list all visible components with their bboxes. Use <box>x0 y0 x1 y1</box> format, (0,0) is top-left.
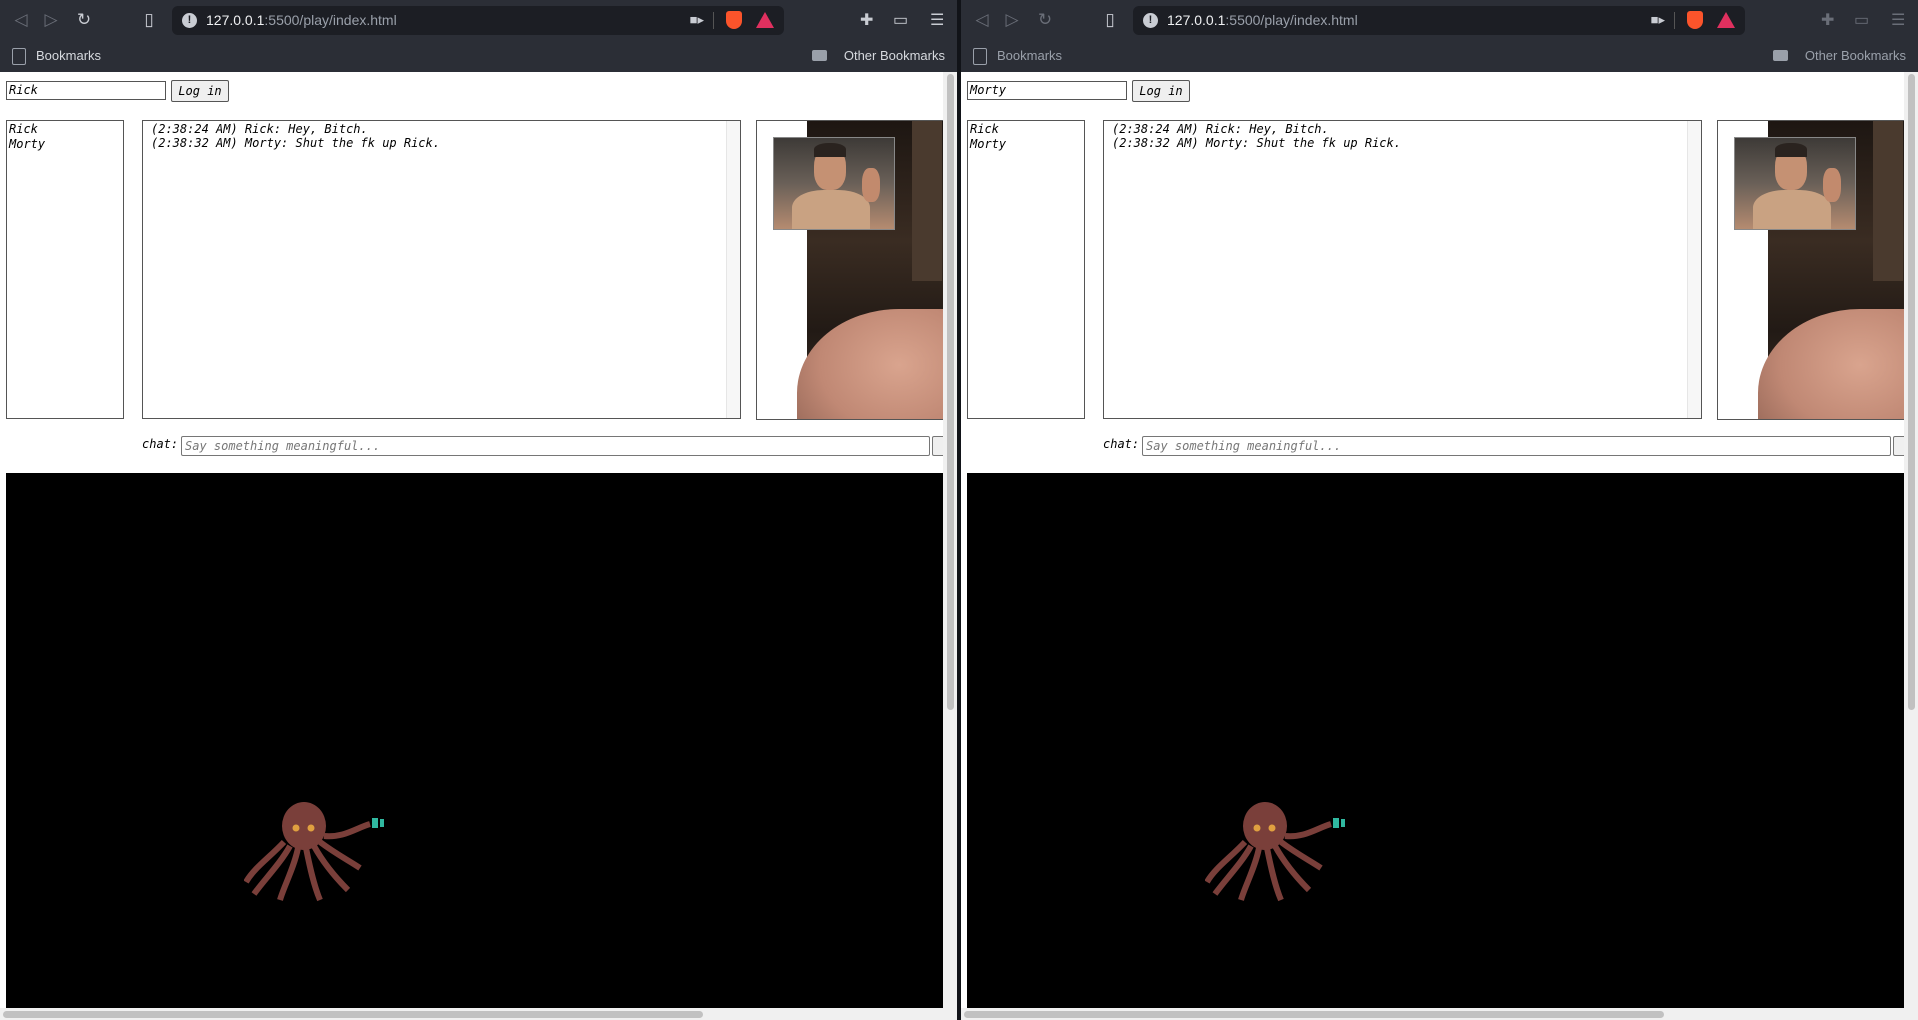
local-video-hand <box>862 168 880 202</box>
separator <box>713 12 714 29</box>
reload-icon[interactable]: ↻ <box>73 9 95 31</box>
folder-icon <box>812 50 827 61</box>
login-button[interactable]: Log in <box>1132 80 1190 102</box>
game-canvas[interactable] <box>967 473 1904 1008</box>
game-canvas[interactable] <box>6 473 943 1008</box>
page-content: Morty Log in Rick Morty (2:38:24 AM) Ric… <box>961 72 1918 1020</box>
chat-message: (2:38:24 AM) Rick: Hey, Bitch. <box>1112 122 1329 136</box>
bookmark-icon[interactable]: ▯ <box>138 9 160 31</box>
username-input[interactable]: Morty <box>967 81 1127 100</box>
local-video-body <box>792 190 870 229</box>
user-list: Rick Morty <box>6 120 124 419</box>
bookmarks-icon <box>973 48 987 65</box>
brave-rewards-icon[interactable] <box>756 12 774 28</box>
back-icon[interactable]: ◁ <box>10 9 32 31</box>
camera-icon[interactable]: ■▸ <box>690 12 704 28</box>
brave-rewards-icon[interactable] <box>1717 12 1735 28</box>
browser-window-rick: ◁ ▷ ↻ ▯ ! 127.0.0.1:5500/play/index.html… <box>0 0 957 1020</box>
site-info-icon[interactable]: ! <box>1143 13 1158 28</box>
browser-toolbar: ◁ ▷ ↻ ▯ ! 127.0.0.1:5500/play/index.html… <box>0 0 957 41</box>
address-bar[interactable]: ! 127.0.0.1:5500/play/index.html ■▸ <box>1133 6 1745 35</box>
local-video-body <box>1753 190 1831 229</box>
chat-input[interactable]: Say something meaningful... <box>1142 436 1891 456</box>
user-list: Rick Morty <box>967 120 1085 419</box>
chat-log-scrollbar[interactable] <box>726 121 740 418</box>
video-background <box>1873 121 1903 281</box>
camera-icon[interactable]: ■▸ <box>1651 12 1665 28</box>
chat-input-placeholder: Say something meaningful... <box>185 439 381 453</box>
page-content: Rick Log in Rick Morty (2:38:24 AM) Rick… <box>0 72 957 1020</box>
bookmarks-bar: Bookmarks Other Bookmarks <box>961 41 1918 73</box>
bookmarks-icon <box>12 48 26 65</box>
separator <box>1674 12 1675 29</box>
video-panel <box>756 120 957 420</box>
extensions-icon[interactable]: ✚ <box>860 10 873 30</box>
chat-message: (2:38:32 AM) Morty: Shut the fk up Rick. <box>1112 136 1401 150</box>
wallet-icon[interactable]: ▭ <box>893 10 908 30</box>
username-input[interactable]: Rick <box>6 81 166 100</box>
page-horizontal-scrollbar[interactable] <box>0 1008 943 1020</box>
user-list-item: Rick <box>970 122 999 136</box>
bookmark-icon[interactable]: ▯ <box>1099 9 1121 31</box>
chat-log-scrollbar[interactable] <box>1687 121 1701 418</box>
menu-icon[interactable]: ☰ <box>930 10 944 30</box>
address-bar[interactable]: ! 127.0.0.1:5500/play/index.html ■▸ <box>172 6 784 35</box>
octopus-sprite <box>244 802 384 902</box>
chat-input[interactable]: Say something meaningful... <box>181 436 930 456</box>
scrollbar-thumb[interactable] <box>3 1011 703 1018</box>
user-list-item: Morty <box>970 137 1007 151</box>
chat-log: (2:38:24 AM) Rick: Hey, Bitch. (2:38:32 … <box>142 120 741 419</box>
bookmarks-bar: Bookmarks Other Bookmarks <box>0 41 957 73</box>
url-text: 127.0.0.1:5500/play/index.html <box>1167 12 1358 28</box>
chat-label: chat: <box>142 437 179 451</box>
local-video-hand <box>1823 168 1841 202</box>
local-video <box>1734 137 1856 230</box>
local-video <box>773 137 895 230</box>
menu-icon[interactable]: ☰ <box>1891 10 1905 30</box>
folder-icon <box>1773 50 1788 61</box>
page-vertical-scrollbar[interactable] <box>1904 72 1918 1020</box>
local-video-hair <box>1775 143 1807 157</box>
scrollbar-thumb[interactable] <box>964 1011 1664 1018</box>
reload-icon[interactable]: ↻ <box>1034 9 1056 31</box>
chat-message: (2:38:32 AM) Morty: Shut the fk up Rick. <box>151 136 440 150</box>
page-horizontal-scrollbar[interactable] <box>961 1008 1904 1020</box>
browser-toolbar: ◁ ▷ ↻ ▯ ! 127.0.0.1:5500/play/index.html… <box>961 0 1918 41</box>
bookmarks-label[interactable]: Bookmarks <box>36 48 101 63</box>
login-button[interactable]: Log in <box>171 80 229 102</box>
wallet-icon[interactable]: ▭ <box>1854 10 1869 30</box>
forward-icon[interactable]: ▷ <box>40 9 62 31</box>
site-info-icon[interactable]: ! <box>182 13 197 28</box>
chat-label: chat: <box>1103 437 1140 451</box>
video-background <box>912 121 942 281</box>
local-video-hair <box>814 143 846 157</box>
user-list-item: Rick <box>9 122 38 136</box>
scrollbar-thumb[interactable] <box>1908 74 1915 710</box>
video-panel <box>1717 120 1918 420</box>
other-bookmarks[interactable]: Other Bookmarks <box>844 48 945 63</box>
other-bookmarks[interactable]: Other Bookmarks <box>1805 48 1906 63</box>
back-icon[interactable]: ◁ <box>971 9 993 31</box>
extensions-icon[interactable]: ✚ <box>1821 10 1834 30</box>
browser-window-morty: ◁ ▷ ↻ ▯ ! 127.0.0.1:5500/play/index.html… <box>961 0 1918 1020</box>
chat-log: (2:38:24 AM) Rick: Hey, Bitch. (2:38:32 … <box>1103 120 1702 419</box>
page-vertical-scrollbar[interactable] <box>943 72 957 1020</box>
chat-input-placeholder: Say something meaningful... <box>1146 439 1342 453</box>
url-text: 127.0.0.1:5500/play/index.html <box>206 12 397 28</box>
user-list-item: Morty <box>9 137 46 151</box>
brave-shield-icon[interactable] <box>726 11 742 29</box>
brave-shield-icon[interactable] <box>1687 11 1703 29</box>
forward-icon[interactable]: ▷ <box>1001 9 1023 31</box>
octopus-sprite <box>1205 802 1345 902</box>
bookmarks-label[interactable]: Bookmarks <box>997 48 1062 63</box>
chat-message: (2:38:24 AM) Rick: Hey, Bitch. <box>151 122 368 136</box>
scrollbar-thumb[interactable] <box>947 74 954 710</box>
